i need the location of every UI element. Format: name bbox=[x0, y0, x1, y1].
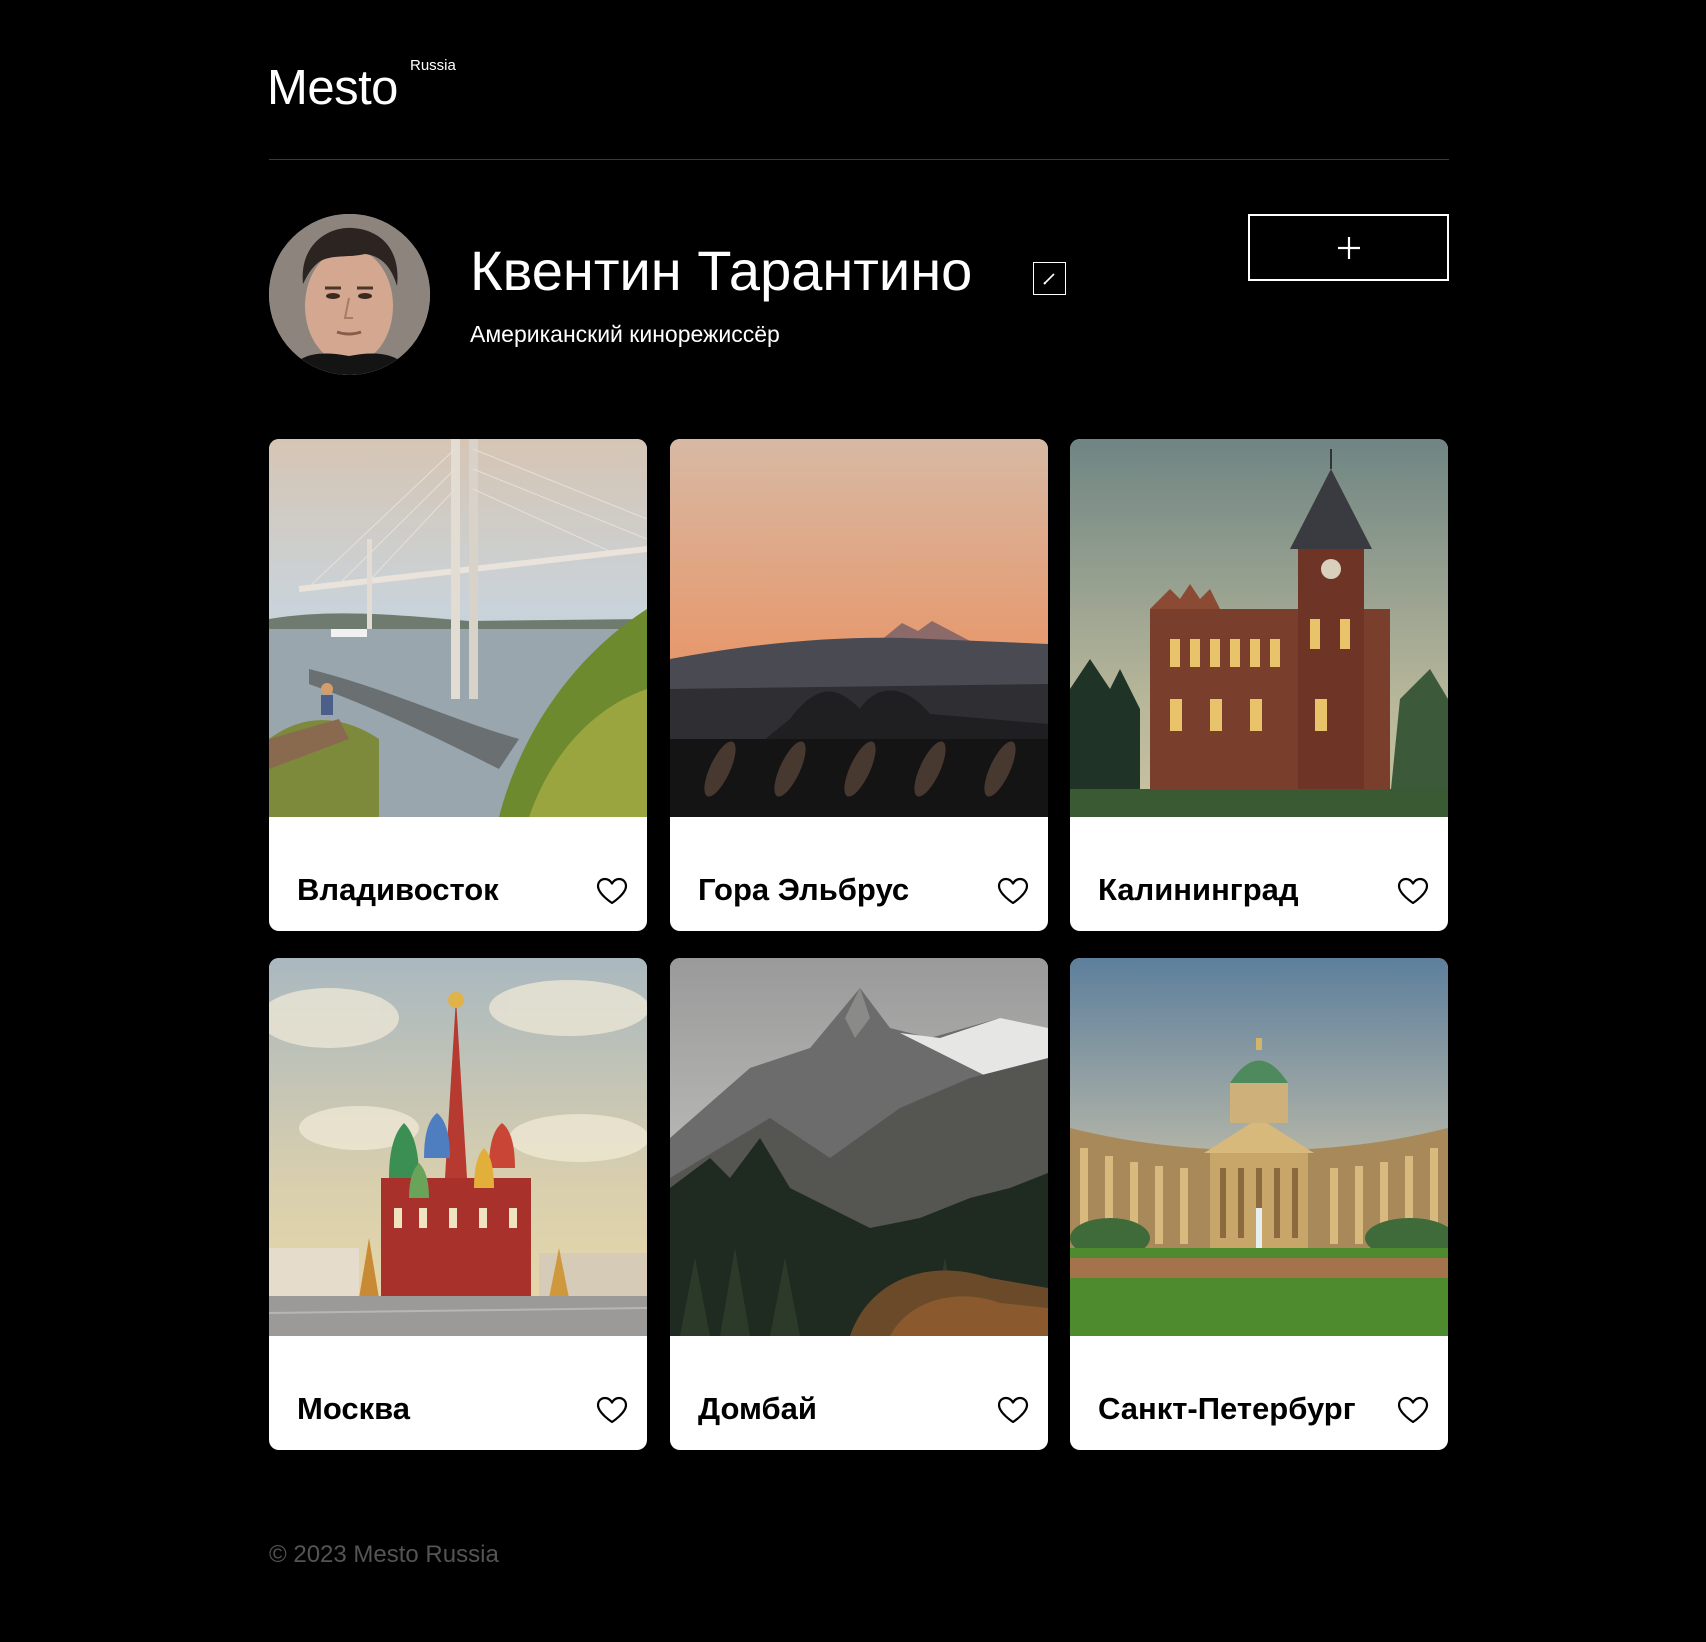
like-button[interactable] bbox=[596, 1396, 628, 1424]
card-title: Калининград bbox=[1098, 872, 1299, 907]
profile-name: Квентин Тарантино bbox=[470, 239, 973, 302]
card: Домбай bbox=[670, 958, 1048, 1450]
card-title: Гора Эльбрус bbox=[698, 872, 910, 907]
page: Mesto Russia Квентин Тарантино Американс… bbox=[267, 0, 1449, 1642]
card-title: Санкт-Петербург bbox=[1098, 1391, 1356, 1426]
like-button[interactable] bbox=[596, 877, 628, 905]
site-header: Mesto Russia bbox=[267, 0, 1449, 160]
mountain-sunset-photo bbox=[670, 439, 1048, 817]
heart-icon bbox=[1397, 877, 1429, 905]
plus-icon bbox=[1338, 237, 1360, 259]
profile-about: Американский кинорежиссёр bbox=[470, 321, 780, 347]
footer-copyright: © 2023 Mesto Russia bbox=[269, 1541, 499, 1568]
logo-superscript: Russia bbox=[410, 57, 456, 74]
bridge-photo bbox=[269, 439, 647, 817]
heart-icon bbox=[997, 877, 1029, 905]
card-title: Владивосток bbox=[297, 872, 499, 907]
card: Санкт-Петербург bbox=[1070, 958, 1448, 1450]
card-image[interactable] bbox=[1070, 439, 1448, 817]
card: Москва bbox=[269, 958, 647, 1450]
like-button[interactable] bbox=[997, 1396, 1029, 1424]
card-image[interactable] bbox=[670, 439, 1048, 817]
edit-profile-button[interactable] bbox=[1033, 262, 1066, 295]
avatar-image bbox=[269, 214, 430, 375]
card-image[interactable] bbox=[670, 958, 1048, 1336]
card: Владивосток bbox=[269, 439, 647, 931]
like-button[interactable] bbox=[1397, 1396, 1429, 1424]
heart-icon bbox=[1397, 1396, 1429, 1424]
logo-word: Mesto bbox=[267, 61, 398, 115]
heart-icon bbox=[596, 877, 628, 905]
card: Калининград bbox=[1070, 439, 1448, 931]
cathedral-photo bbox=[1070, 439, 1448, 817]
pencil-icon bbox=[1043, 273, 1055, 285]
like-button[interactable] bbox=[997, 877, 1029, 905]
logo: Mesto Russia bbox=[267, 58, 456, 118]
saint-basils-photo bbox=[269, 958, 647, 1336]
card-image[interactable] bbox=[269, 958, 647, 1336]
card-title: Домбай bbox=[698, 1391, 817, 1426]
card: Гора Эльбрус bbox=[670, 439, 1048, 931]
heart-icon bbox=[596, 1396, 628, 1424]
heart-icon bbox=[997, 1396, 1029, 1424]
like-button[interactable] bbox=[1397, 877, 1429, 905]
mountains-forest-photo bbox=[670, 958, 1048, 1336]
kazan-cathedral-photo bbox=[1070, 958, 1448, 1336]
card-image[interactable] bbox=[1070, 958, 1448, 1336]
card-image[interactable] bbox=[269, 439, 647, 817]
add-card-button[interactable] bbox=[1248, 214, 1449, 281]
card-title: Москва bbox=[297, 1391, 410, 1426]
avatar[interactable] bbox=[269, 214, 430, 375]
